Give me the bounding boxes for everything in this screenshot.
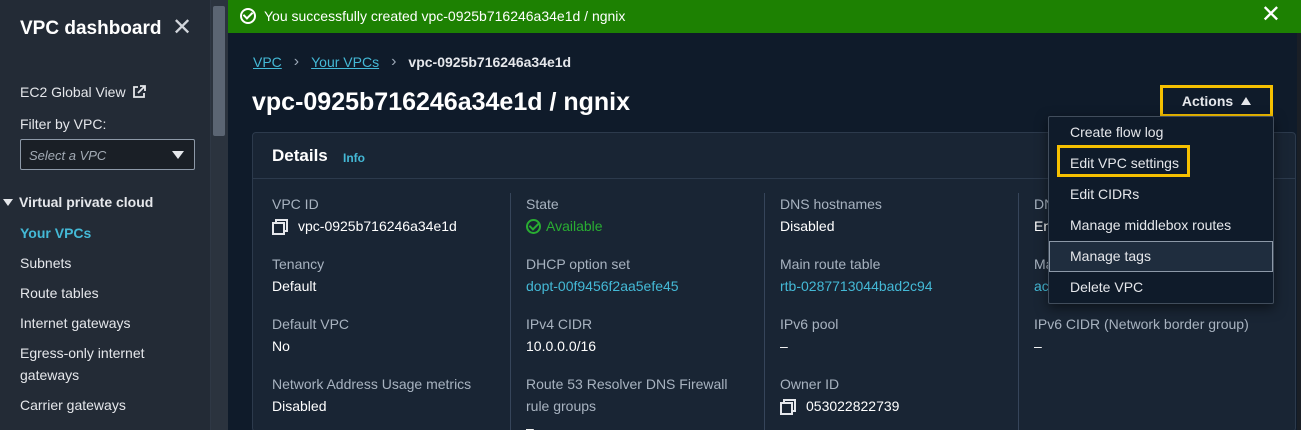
- copy-icon[interactable]: [780, 399, 796, 415]
- page-title: vpc-0925b716246a34e1d / ngnix: [252, 88, 631, 116]
- field-label: Default VPC: [272, 316, 350, 332]
- field-ipv6-pool: IPv6 pool –: [780, 313, 838, 357]
- field-value: Disabled: [780, 218, 835, 234]
- field-value: No: [272, 338, 290, 354]
- state-value: Available: [526, 215, 603, 237]
- field-value: 10.0.0.0/16: [526, 338, 597, 354]
- dhcp-option-set-link[interactable]: dopt-00f9456f2aa5efe45: [526, 275, 679, 297]
- check-circle-icon: [526, 218, 541, 234]
- caret-down-icon: [172, 151, 184, 159]
- state-text: Available: [546, 218, 603, 234]
- field-value: Default: [272, 278, 317, 294]
- breadcrumb-vpc[interactable]: VPC: [253, 54, 282, 70]
- section-label: Virtual private cloud: [19, 194, 154, 210]
- field-label: Main route table: [780, 256, 881, 272]
- main-route-table-link[interactable]: rtb-0287713044bad2c94: [780, 275, 933, 297]
- details-title: Details: [272, 146, 328, 165]
- column-divider: [764, 193, 765, 430]
- menu-item-edit-cidrs[interactable]: Edit CIDRs: [1049, 179, 1273, 210]
- field-state: State Available: [526, 193, 603, 237]
- field-main-route-table: Main route table rtb-0287713044bad2c94: [780, 253, 933, 297]
- field-label: State: [526, 196, 559, 212]
- close-icon[interactable]: ✕: [172, 16, 192, 40]
- field-value: vpc-0925b716246a34e1d: [272, 215, 457, 237]
- breadcrumb-your-vpcs[interactable]: Your VPCs: [311, 54, 379, 70]
- external-link-icon: [132, 85, 146, 99]
- field-label: Owner ID: [780, 376, 840, 392]
- field-network-address-usage: Network Address Usage metrics Disabled: [272, 373, 471, 417]
- caret-down-icon: [3, 198, 13, 206]
- field-label: Route 53 Resolver DNS Firewall: [526, 376, 728, 392]
- field-label: IPv6 pool: [780, 316, 839, 332]
- field-label: IPv6 CIDR (Network border group): [1034, 316, 1249, 332]
- menu-item-create-flow-log[interactable]: Create flow log: [1049, 117, 1273, 148]
- field-value: –: [1034, 338, 1042, 354]
- field-label: DNS hostnames: [780, 196, 882, 212]
- field-label: Network Address Usage metrics: [272, 376, 472, 392]
- highlight-box: [1057, 145, 1190, 177]
- flash-message: You successfully created vpc-0925b716246…: [264, 8, 626, 24]
- check-circle-icon: [240, 8, 256, 24]
- vpc-console: VPC dashboard ✕ EC2 Global View Filter b…: [0, 0, 1301, 430]
- field-label: Tenancy: [272, 256, 325, 272]
- field-label: rule groups: [526, 398, 597, 414]
- breadcrumb: VPC › Your VPCs › vpc-0925b716246a34e1d: [253, 53, 571, 71]
- field-dns-hostnames: DNS hostnames Disabled: [780, 193, 882, 237]
- field-tenancy: Tenancy Default: [272, 253, 324, 297]
- field-value: –: [780, 338, 788, 354]
- sidebar: VPC dashboard ✕ EC2 Global View Filter b…: [0, 0, 211, 430]
- column-divider: [510, 193, 511, 430]
- field-label: VPC ID: [272, 196, 319, 212]
- field-route53-resolver: Route 53 Resolver DNS Firewall rule grou…: [526, 373, 728, 430]
- breadcrumb-current: vpc-0925b716246a34e1d: [408, 54, 572, 70]
- menu-item-manage-middlebox-routes[interactable]: Manage middlebox routes: [1049, 210, 1273, 241]
- menu-item-delete-vpc[interactable]: Delete VPC: [1049, 272, 1273, 303]
- field-ipv6-cidr: IPv6 CIDR (Network border group) –: [1034, 313, 1249, 357]
- field-value: –: [526, 420, 534, 430]
- success-flash-banner: You successfully created vpc-0925b716246…: [228, 0, 1301, 33]
- copy-icon[interactable]: [272, 219, 288, 235]
- vpc-id-value: vpc-0925b716246a34e1d: [298, 218, 457, 234]
- vpc-filter-placeholder: Select a VPC: [29, 148, 107, 163]
- caret-up-icon: [1241, 97, 1252, 105]
- owner-id-value: 053022822739: [806, 398, 900, 414]
- sidebar-item-internet-gateways[interactable]: Internet gateways: [20, 312, 131, 334]
- sidebar-title: VPC dashboard: [20, 18, 162, 39]
- sidebar-item-subnets[interactable]: Subnets: [20, 252, 71, 274]
- sidebar-item-egress-only-internet-gateways[interactable]: Egress-only internet gateways: [20, 342, 160, 386]
- field-ipv4-cidr: IPv4 CIDR 10.0.0.0/16: [526, 313, 596, 357]
- field-dhcp-option-set: DHCP option set dopt-00f9456f2aa5efe45: [526, 253, 679, 297]
- sidebar-item-ec2-global-view[interactable]: EC2 Global View: [20, 84, 146, 100]
- close-icon[interactable]: ✕: [1261, 3, 1281, 27]
- filter-label: Filter by VPC:: [20, 116, 107, 132]
- field-label: DHCP option set: [526, 256, 631, 272]
- field-value: 053022822739: [780, 395, 899, 417]
- menu-item-manage-tags[interactable]: Manage tags: [1049, 241, 1273, 272]
- sidebar-item-label: EC2 Global View: [20, 84, 126, 100]
- sidebar-item-carrier-gateways[interactable]: Carrier gateways: [20, 394, 126, 416]
- column-divider: [1018, 193, 1019, 430]
- sidebar-item-your-vpcs[interactable]: Your VPCs: [20, 222, 91, 244]
- actions-label: Actions: [1181, 93, 1234, 109]
- chevron-right-icon: ›: [391, 53, 397, 70]
- field-vpc-id: VPC ID vpc-0925b716246a34e1d: [272, 193, 457, 237]
- vpc-filter-select[interactable]: Select a VPC: [20, 139, 195, 170]
- chevron-right-icon: ›: [293, 53, 300, 70]
- field-value: Disabled: [272, 398, 327, 414]
- field-owner-id: Owner ID 053022822739: [780, 373, 899, 417]
- field-label: IPv4 CIDR: [526, 316, 593, 332]
- sidebar-scrollbar-thumb[interactable]: [213, 6, 225, 136]
- field-default-vpc: Default VPC No: [272, 313, 349, 357]
- actions-button[interactable]: Actions: [1160, 85, 1273, 117]
- info-link[interactable]: Info: [343, 151, 365, 165]
- sidebar-item-route-tables[interactable]: Route tables: [20, 282, 99, 304]
- sidebar-section-virtual-private-cloud[interactable]: Virtual private cloud: [3, 194, 153, 210]
